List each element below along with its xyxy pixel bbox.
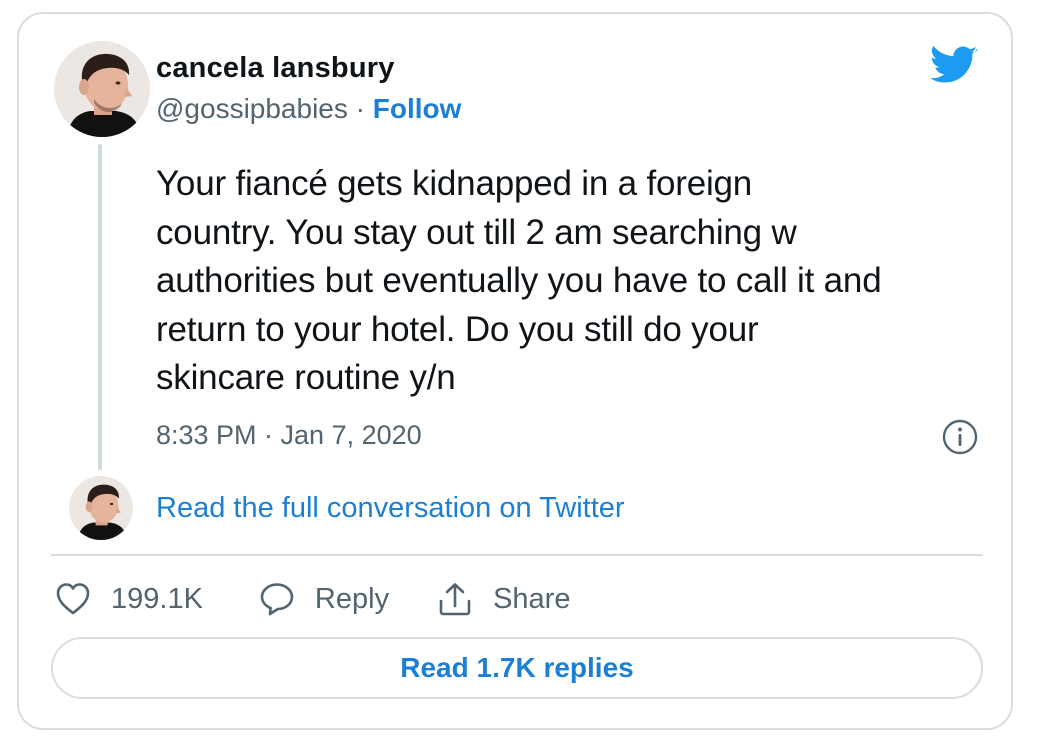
read-full-conversation-link[interactable]: Read the full conversation on Twitter <box>156 492 625 525</box>
reply-button[interactable]: Reply <box>259 581 389 617</box>
share-button[interactable]: Share <box>437 581 570 617</box>
author-handle-row: @gossipbabies · Follow <box>156 93 461 125</box>
divider <box>51 554 983 556</box>
author-avatar[interactable] <box>54 41 150 137</box>
like-count: 199.1K <box>111 582 203 615</box>
tweet-card: cancela lansbury @gossipbabies · Follow … <box>17 12 1013 730</box>
speech-bubble-icon <box>259 581 295 617</box>
info-icon[interactable] <box>942 419 978 455</box>
share-upload-icon <box>437 581 473 617</box>
author-name[interactable]: cancela lansbury <box>156 52 395 85</box>
handle-separator: · <box>355 93 365 124</box>
thread-line <box>98 144 102 470</box>
tweet-text: Your fiancé gets kidnapped in a foreign … <box>156 164 882 397</box>
tweet-timestamp[interactable]: 8:33 PM · Jan 7, 2020 <box>156 420 422 451</box>
share-label: Share <box>493 582 571 615</box>
heart-icon <box>55 582 91 616</box>
action-bar: 199.1K Reply Share <box>55 579 570 619</box>
reply-label: Reply <box>314 582 390 615</box>
like-button[interactable]: 199.1K <box>55 582 203 616</box>
follow-button[interactable]: Follow <box>373 93 462 124</box>
reader-avatar <box>69 476 133 540</box>
twitter-bird-icon[interactable] <box>930 45 978 86</box>
read-replies-button[interactable]: Read 1.7K replies <box>51 637 983 699</box>
author-handle[interactable]: @gossipbabies <box>156 93 348 124</box>
